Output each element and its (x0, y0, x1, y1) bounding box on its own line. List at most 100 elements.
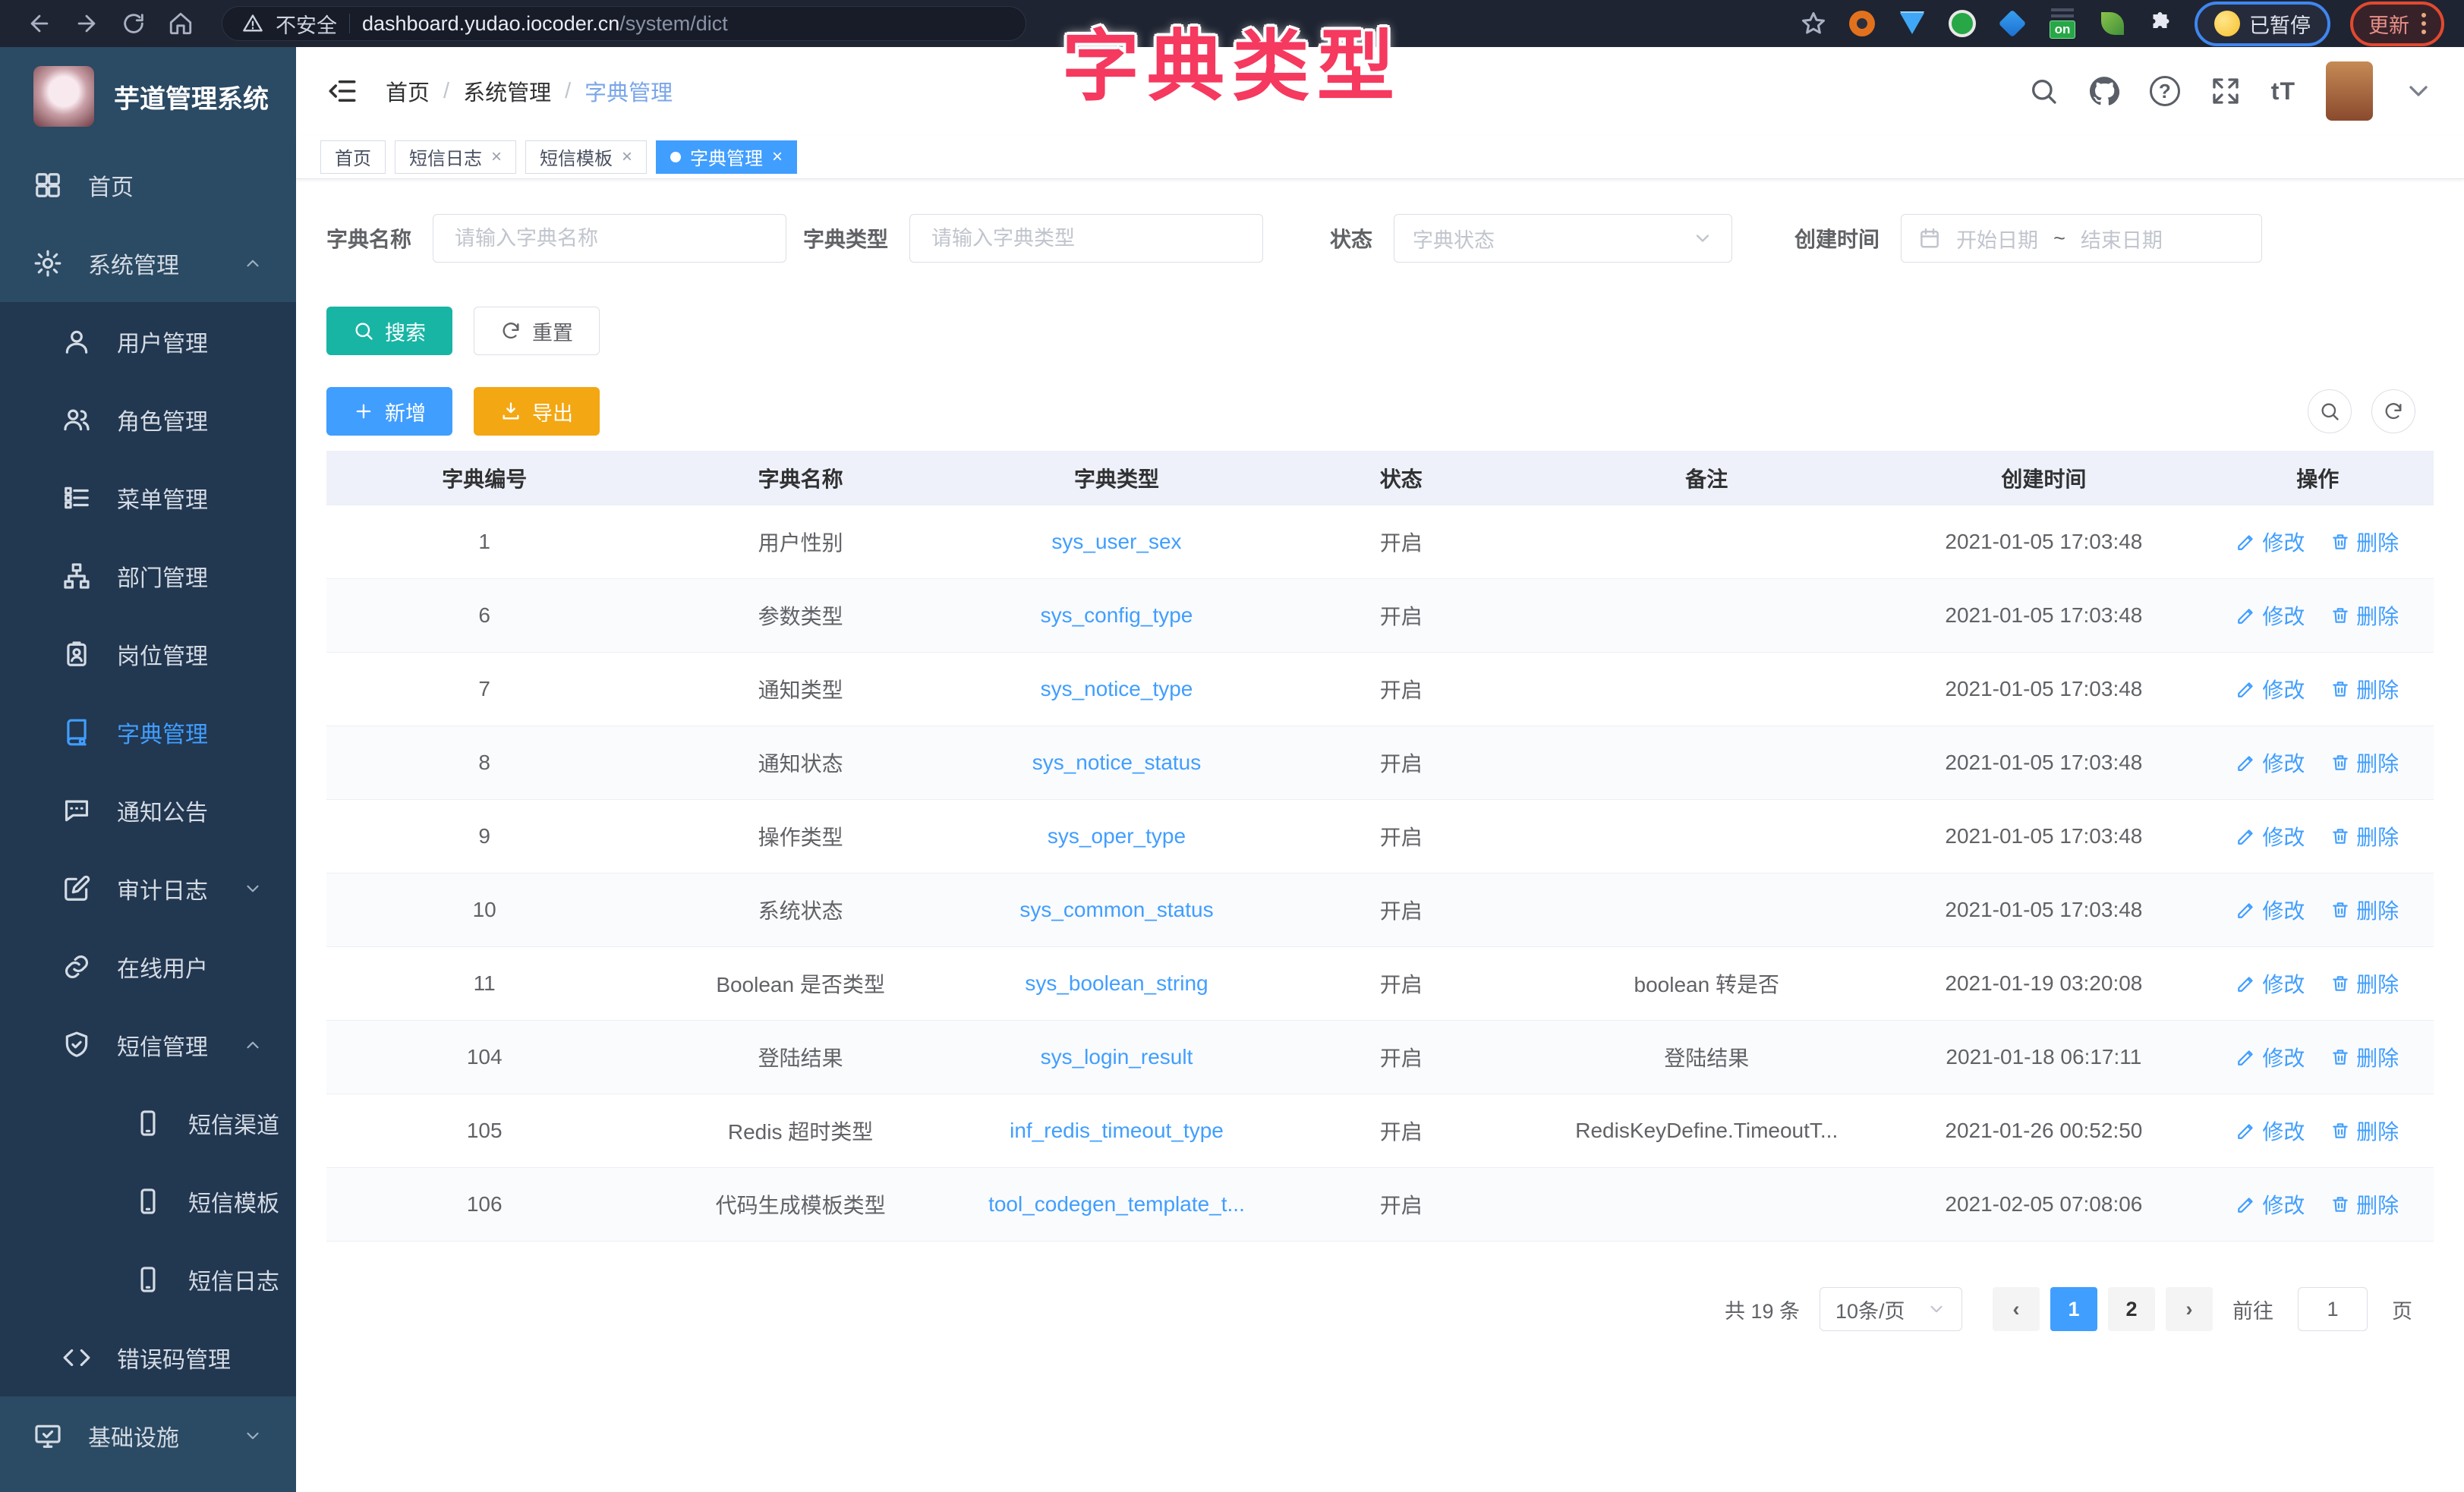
ext-orange-icon[interactable] (1847, 8, 1877, 39)
sidebar-item-infrastructure[interactable]: 基础设施 (0, 1396, 296, 1475)
avatar-caret-down-icon[interactable] (2403, 76, 2434, 106)
font-size-icon[interactable]: tT (2271, 77, 2295, 105)
fullscreen-icon[interactable] (2210, 76, 2241, 106)
page-button-2[interactable]: 2 (2108, 1287, 2155, 1331)
browser-reload-icon[interactable] (114, 4, 153, 43)
extensions-puzzle-icon[interactable] (2147, 10, 2175, 37)
sidebar-item-sms-channel[interactable]: 短信渠道 (0, 1084, 296, 1162)
prev-page-button[interactable]: ‹ (1993, 1287, 2040, 1331)
browser-update-button[interactable]: 更新 (2350, 2, 2444, 46)
sidebar-item-dept-mgmt[interactable]: 部门管理 (0, 537, 296, 615)
show-search-toggle-button[interactable] (2308, 389, 2352, 433)
goto-page-input[interactable] (2298, 1287, 2368, 1331)
status-select[interactable]: 字典状态 (1394, 214, 1732, 263)
cell-dict-type-link[interactable]: sys_config_type (959, 603, 1275, 628)
cell-dict-type-link[interactable]: tool_codegen_template_t... (959, 1192, 1275, 1217)
address-bar[interactable]: 不安全 dashboard.yudao.iocoder.cn/system/di… (222, 6, 1026, 41)
dict-type-input[interactable] (909, 214, 1263, 263)
bookmark-star-icon[interactable] (1800, 10, 1827, 37)
edit-link[interactable]: 修改 (2236, 1042, 2305, 1072)
sidebar-item-sms-mgmt[interactable]: 短信管理 (0, 1006, 296, 1084)
cell-dict-type-link[interactable]: sys_common_status (959, 898, 1275, 922)
profile-emoji-icon (2214, 11, 2240, 36)
page-button-1[interactable]: 1 (2050, 1287, 2097, 1331)
sidebar-item-system[interactable]: 系统管理 (0, 224, 296, 302)
tab-home[interactable]: 首页 (320, 140, 386, 174)
breadcrumb-home[interactable]: 首页 (386, 75, 430, 107)
dashboard-icon (33, 171, 62, 200)
edit-link[interactable]: 修改 (2236, 1189, 2305, 1220)
delete-link[interactable]: 删除 (2330, 895, 2399, 925)
edit-link[interactable]: 修改 (2236, 748, 2305, 778)
tab-sms-template[interactable]: 短信模板 × (525, 140, 647, 174)
delete-link[interactable]: 删除 (2330, 968, 2399, 999)
ext-blue-diamond-icon[interactable] (1997, 8, 2028, 39)
user-avatar[interactable] (2326, 61, 2373, 121)
edit-link[interactable]: 修改 (2236, 968, 2305, 999)
sidebar-item-sms-template[interactable]: 短信模板 (0, 1162, 296, 1240)
delete-link[interactable]: 删除 (2330, 674, 2399, 704)
reset-button[interactable]: 重置 (474, 307, 600, 355)
edit-link[interactable]: 修改 (2236, 600, 2305, 631)
next-page-button[interactable]: › (2166, 1287, 2213, 1331)
tab-dict-mgmt[interactable]: 字典管理 × (656, 140, 797, 174)
sidebar-item-role-mgmt[interactable]: 角色管理 (0, 380, 296, 458)
sidebar-item-online-users[interactable]: 在线用户 (0, 927, 296, 1006)
tab-close-icon[interactable]: × (772, 146, 783, 168)
browser-menu-kebab-icon[interactable] (2421, 13, 2426, 34)
cell-dict-type-link[interactable]: sys_oper_type (959, 824, 1275, 848)
tab-close-icon[interactable]: × (491, 146, 502, 168)
sidebar-item-user-mgmt[interactable]: 用户管理 (0, 302, 296, 380)
cell-dict-type-link[interactable]: sys_boolean_string (959, 971, 1275, 996)
header-search-icon[interactable] (2028, 76, 2059, 106)
delete-link[interactable]: 删除 (2330, 1116, 2399, 1146)
sidebar-item-label: 短信管理 (117, 1028, 208, 1062)
cell-dict-type-link[interactable]: sys_login_result (959, 1045, 1275, 1069)
delete-link[interactable]: 删除 (2330, 1189, 2399, 1220)
sidebar-item-post-mgmt[interactable]: 岗位管理 (0, 615, 296, 693)
breadcrumb-system[interactable]: 系统管理 (463, 75, 551, 107)
app-logo-row[interactable]: 芋道管理系统 (0, 47, 296, 146)
sidebar-item-audit-log[interactable]: 审计日志 (0, 849, 296, 927)
browser-home-icon[interactable] (161, 4, 200, 43)
tab-sms-log[interactable]: 短信日志 × (395, 140, 516, 174)
sidebar-item-error-code[interactable]: 错误码管理 (0, 1318, 296, 1396)
cell-dict-type-link[interactable]: inf_redis_timeout_type (959, 1119, 1275, 1143)
cell-dict-type-link[interactable]: sys_notice_type (959, 677, 1275, 701)
ext-blue-gem-icon[interactable] (1897, 8, 1927, 39)
browser-back-icon[interactable] (20, 4, 59, 43)
profile-paused-badge[interactable]: 已暂停 (2195, 2, 2330, 46)
sidebar-fold-icon[interactable] (326, 75, 358, 107)
delete-link[interactable]: 删除 (2330, 748, 2399, 778)
edit-link[interactable]: 修改 (2236, 821, 2305, 851)
add-button[interactable]: 新增 (326, 387, 452, 436)
refresh-table-button[interactable] (2371, 389, 2415, 433)
date-range-picker[interactable]: 开始日期 ~ 结束日期 (1901, 214, 2262, 263)
sidebar-item-notice-mgmt[interactable]: 通知公告 (0, 771, 296, 849)
ext-green-circle-icon[interactable] (1947, 8, 1977, 39)
ext-on-badge-icon[interactable]: on (2047, 8, 2078, 39)
delete-link[interactable]: 删除 (2330, 821, 2399, 851)
delete-link[interactable]: 删除 (2330, 1042, 2399, 1072)
edit-link[interactable]: 修改 (2236, 674, 2305, 704)
search-button[interactable]: 搜索 (326, 307, 452, 355)
cell-dict-type-link[interactable]: sys_notice_status (959, 751, 1275, 775)
page-size-select[interactable]: 10条/页 (1820, 1287, 1962, 1331)
cell-dict-type-link[interactable]: sys_user_sex (959, 530, 1275, 554)
sidebar-item-menu-mgmt[interactable]: 菜单管理 (0, 458, 296, 537)
browser-forward-icon[interactable] (67, 4, 106, 43)
github-icon[interactable] (2089, 76, 2119, 106)
ext-leaf-icon[interactable] (2097, 8, 2128, 39)
edit-link[interactable]: 修改 (2236, 1116, 2305, 1146)
sidebar-item-sms-log[interactable]: 短信日志 (0, 1240, 296, 1318)
delete-link[interactable]: 删除 (2330, 527, 2399, 557)
dict-name-input[interactable] (433, 214, 786, 263)
edit-link[interactable]: 修改 (2236, 895, 2305, 925)
edit-link[interactable]: 修改 (2236, 527, 2305, 557)
export-button[interactable]: 导出 (474, 387, 600, 436)
tab-close-icon[interactable]: × (622, 146, 632, 168)
help-icon[interactable]: ? (2150, 76, 2180, 106)
delete-link[interactable]: 删除 (2330, 600, 2399, 631)
sidebar-item-home[interactable]: 首页 (0, 146, 296, 224)
sidebar-item-dict-mgmt[interactable]: 字典管理 (0, 693, 296, 771)
